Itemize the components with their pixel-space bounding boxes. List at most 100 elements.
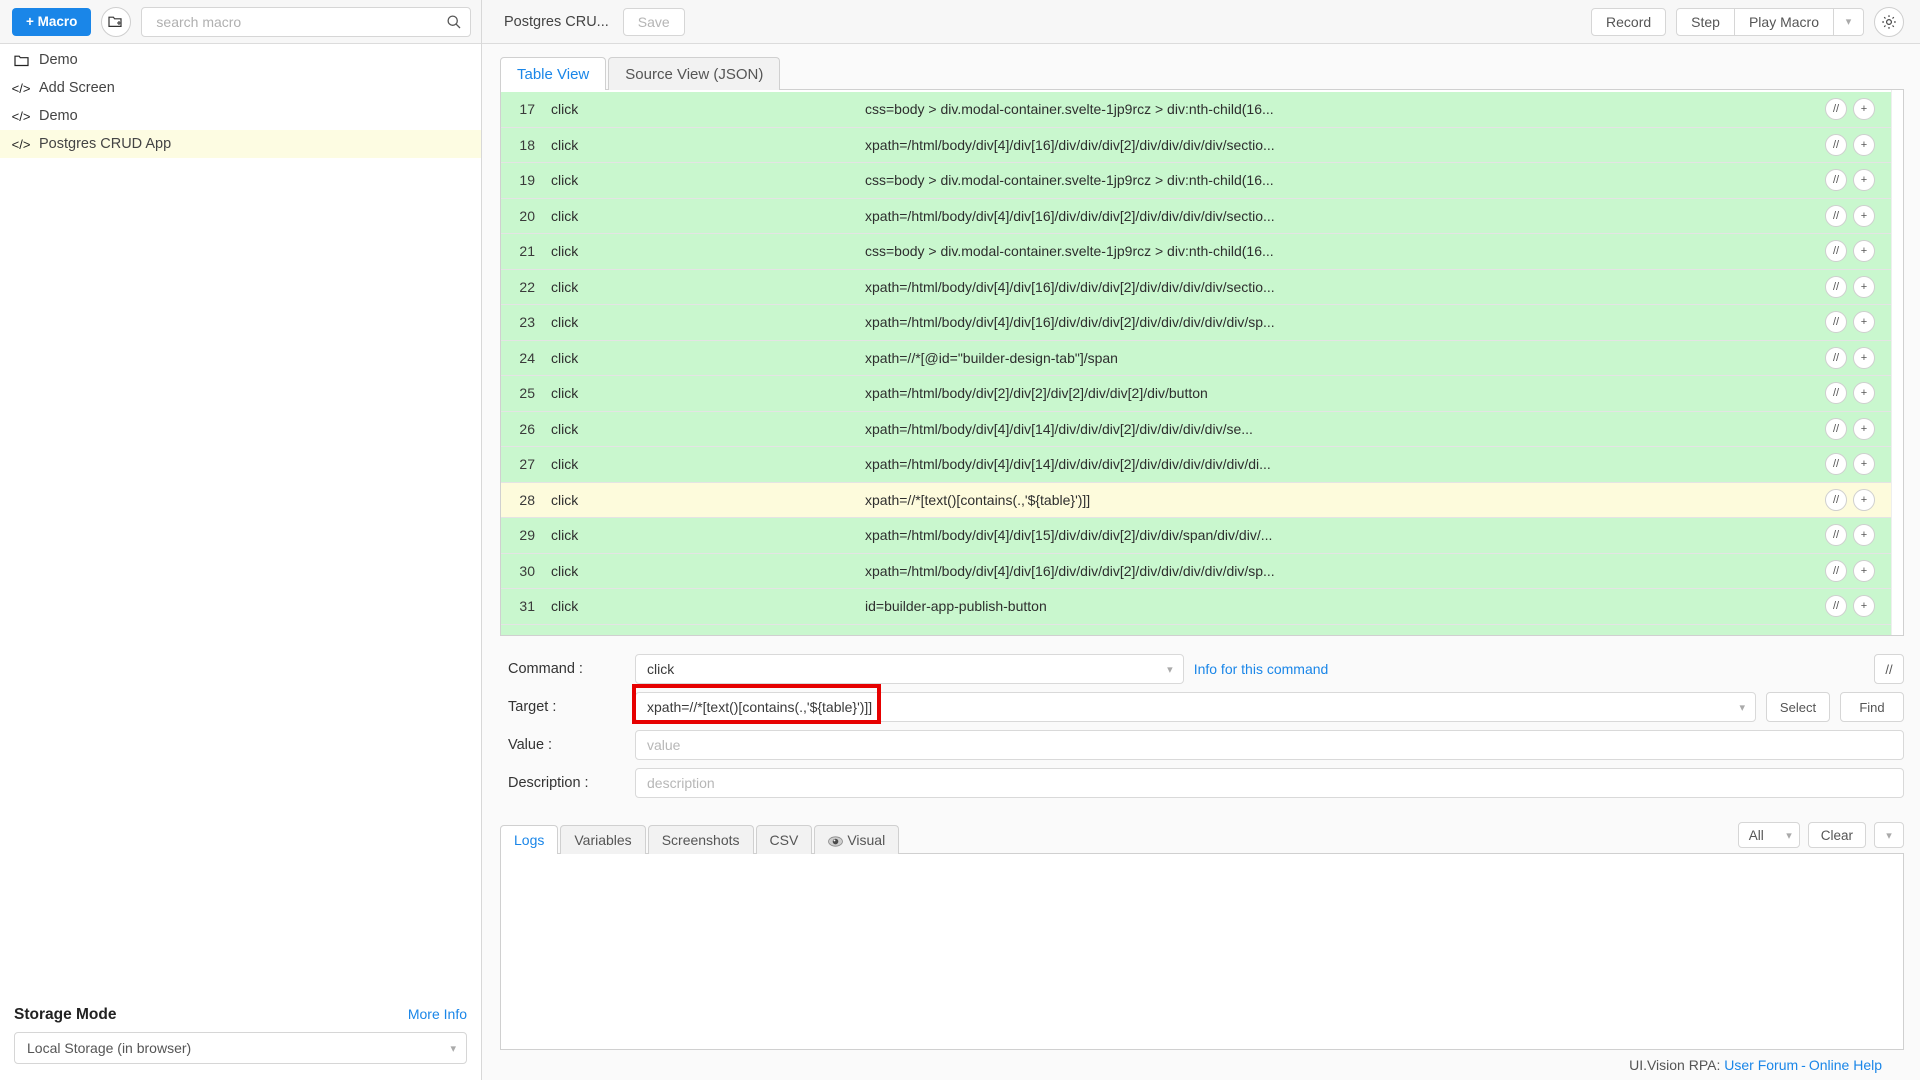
- row-comment-button[interactable]: //: [1825, 382, 1847, 405]
- row-add-button[interactable]: +: [1853, 204, 1875, 227]
- clear-logs-button[interactable]: Clear: [1807, 822, 1866, 848]
- toolbar-right-controls: Record Step Play Macro ▾: [1591, 6, 1904, 37]
- row-comment-button[interactable]: //: [1825, 595, 1847, 618]
- tab-visual[interactable]: Visual: [814, 825, 900, 854]
- chevron-down-icon: ▾: [450, 1042, 456, 1055]
- tab-csv[interactable]: CSV: [755, 825, 813, 854]
- row-comment-button[interactable]: //: [1825, 417, 1847, 440]
- row-comment-button[interactable]: //: [1825, 204, 1847, 227]
- user-forum-link[interactable]: User Forum: [1724, 1057, 1798, 1073]
- row-comment-button[interactable]: //: [1825, 346, 1847, 369]
- row-add-button[interactable]: +: [1853, 417, 1875, 440]
- table-row[interactable]: 27 click xpath=/html/body/div[4]/div[14]/d…: [501, 447, 1891, 483]
- macro-list-item[interactable]: </> Add Screen: [0, 74, 481, 102]
- row-add-button[interactable]: +: [1853, 382, 1875, 405]
- row-add-button[interactable]: +: [1853, 275, 1875, 298]
- tab-screenshots[interactable]: Screenshots: [647, 825, 754, 854]
- logs-expand-button[interactable]: ▾: [1874, 822, 1904, 848]
- macro-list-item[interactable]: Demo: [0, 46, 481, 74]
- table-row[interactable]: 17 click css=body > div.modal-container.sv…: [501, 92, 1891, 128]
- row-comment-button[interactable]: //: [1825, 169, 1847, 192]
- record-button[interactable]: Record: [1591, 7, 1667, 36]
- storage-mode-section: Storage Mode More Info Local Storage (in…: [0, 996, 481, 1080]
- new-folder-icon[interactable]: [101, 6, 132, 37]
- row-add-button[interactable]: +: [1853, 311, 1875, 334]
- storage-more-info-link[interactable]: More Info: [408, 1006, 467, 1022]
- row-add-button[interactable]: +: [1853, 346, 1875, 369]
- table-row[interactable]: 18 click xpath=/html/body/div[4]/div[16]/d…: [501, 127, 1891, 163]
- command-table-scrollbar[interactable]: [1891, 90, 1903, 635]
- table-row[interactable]: 22 click xpath=/html/body/div[4]/div[16]/d…: [501, 269, 1891, 305]
- macro-list-item[interactable]: </> Demo: [0, 102, 481, 130]
- tab-logs[interactable]: Logs: [500, 825, 559, 854]
- row-target: xpath=//*[text()[contains(.,'${table}')]…: [865, 491, 1091, 508]
- chevron-down-icon: ▾: [1786, 829, 1792, 842]
- tab-table-view[interactable]: Table View: [500, 57, 607, 90]
- table-row[interactable]: 23 click xpath=/html/body/div[4]/div[16]/d…: [501, 305, 1891, 341]
- find-target-button[interactable]: Find: [1840, 692, 1904, 722]
- row-comment-button[interactable]: //: [1825, 98, 1847, 121]
- macro-item-label: Demo: [39, 52, 78, 68]
- table-row[interactable]: 24 click xpath=//*[@id="builder-design-tab…: [501, 340, 1891, 376]
- play-macro-button[interactable]: Play Macro: [1734, 7, 1834, 36]
- table-row[interactable]: 19 click css=body > div.modal-container.sv…: [501, 163, 1891, 199]
- tab-variables[interactable]: Variables: [560, 825, 646, 854]
- row-comment-button[interactable]: //: [1825, 524, 1847, 547]
- tab-source-view[interactable]: Source View (JSON): [608, 57, 781, 90]
- row-add-button[interactable]: +: [1853, 453, 1875, 476]
- row-comment-button[interactable]: //: [1825, 453, 1847, 476]
- row-comment-button[interactable]: //: [1825, 311, 1847, 334]
- toggle-comment-button[interactable]: //: [1874, 654, 1904, 684]
- description-input[interactable]: description: [635, 768, 1904, 798]
- table-row-partial: [501, 624, 1891, 635]
- value-label: Value :: [508, 737, 553, 753]
- table-row[interactable]: 29 click xpath=/html/body/div[4]/div[15]/d…: [501, 518, 1891, 554]
- value-input[interactable]: value: [635, 730, 1904, 760]
- row-add-button[interactable]: +: [1853, 133, 1875, 156]
- row-add-button[interactable]: +: [1853, 524, 1875, 547]
- table-row[interactable]: 26 click xpath=/html/body/div[4]/div[14]/d…: [501, 411, 1891, 447]
- row-command: click: [551, 491, 579, 508]
- new-macro-button[interactable]: + Macro: [12, 7, 92, 36]
- storage-mode-select[interactable]: Local Storage (in browser) ▾: [14, 1032, 467, 1064]
- storage-mode-value: Local Storage (in browser): [27, 1040, 192, 1056]
- row-comment-button[interactable]: //: [1825, 275, 1847, 298]
- row-add-button[interactable]: +: [1853, 595, 1875, 618]
- table-row-selected[interactable]: 28 click xpath=//*[text()[contains(.,'${ta…: [501, 482, 1891, 518]
- play-options-dropdown[interactable]: ▾: [1834, 7, 1864, 36]
- online-help-link[interactable]: Online Help: [1809, 1057, 1882, 1073]
- macro-list-item-selected[interactable]: </> Postgres CRUD App: [0, 130, 481, 158]
- row-add-button[interactable]: +: [1853, 169, 1875, 192]
- search-input[interactable]: [154, 12, 446, 31]
- row-add-button[interactable]: +: [1853, 240, 1875, 263]
- row-actions: // +: [1825, 133, 1891, 156]
- row-comment-button[interactable]: //: [1825, 559, 1847, 582]
- table-row[interactable]: 25 click xpath=/html/body/div[2]/div[2]/di…: [501, 376, 1891, 412]
- row-command: click: [551, 278, 579, 295]
- target-input[interactable]: xpath=//*[text()[contains(.,'${table}')]…: [632, 684, 1756, 724]
- row-index: 21: [519, 243, 535, 260]
- row-comment-button[interactable]: //: [1825, 240, 1847, 263]
- search-macro-field[interactable]: [141, 6, 471, 37]
- chevron-down-icon: ▾: [1739, 701, 1745, 714]
- save-button[interactable]: Save: [622, 7, 685, 36]
- command-select[interactable]: click ▾: [635, 654, 1184, 684]
- table-row[interactable]: 30 click xpath=/html/body/div[4]/div[16]/d…: [501, 553, 1891, 589]
- table-row[interactable]: 31 click id=builder-app-publish-button // +: [501, 589, 1891, 625]
- row-comment-button[interactable]: //: [1825, 488, 1847, 511]
- row-command: click: [551, 385, 579, 402]
- row-index: 22: [519, 278, 535, 295]
- table-row[interactable]: 20 click xpath=/html/body/div[4]/div[16]/d…: [501, 198, 1891, 234]
- log-filter-select[interactable]: All ▾: [1737, 822, 1800, 848]
- select-target-button[interactable]: Select: [1766, 692, 1830, 722]
- settings-button[interactable]: [1874, 6, 1904, 37]
- table-row[interactable]: 21 click css=body > div.modal-container.sv…: [501, 234, 1891, 270]
- row-add-button[interactable]: +: [1853, 98, 1875, 121]
- step-button[interactable]: Step: [1676, 7, 1735, 36]
- row-add-button[interactable]: +: [1853, 559, 1875, 582]
- row-comment-button[interactable]: //: [1825, 133, 1847, 156]
- info-for-command-link[interactable]: Info for this command: [1194, 661, 1329, 677]
- row-index: 26: [519, 420, 535, 437]
- row-add-button[interactable]: +: [1853, 488, 1875, 511]
- row-command: click: [551, 314, 579, 331]
